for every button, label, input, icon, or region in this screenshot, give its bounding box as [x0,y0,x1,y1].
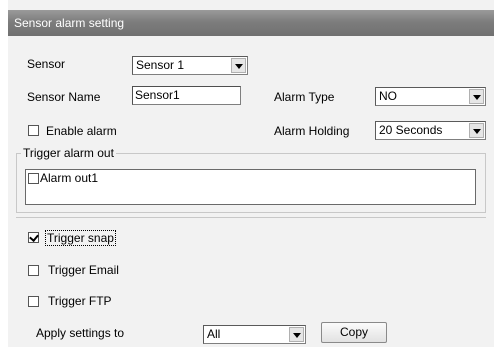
alarm-out1-label: Alarm out1 [40,171,99,185]
trigger-ftp-label: Trigger FTP [48,294,112,308]
trigger-alarm-out-label: Trigger alarm out [21,146,116,160]
enable-alarm-label: Enable alarm [46,124,117,138]
alarm-holding-select-value: 20 Seconds [379,123,443,137]
section-divider [16,217,486,218]
alarm-type-label: Alarm Type [274,90,335,104]
apply-settings-label: Apply settings to [36,326,125,340]
apply-settings-select[interactable]: All [203,325,306,344]
sensor-select[interactable]: Sensor 1 [132,56,248,75]
enable-alarm-checkbox[interactable] [28,125,39,136]
trigger-ftp-checkbox[interactable] [28,296,39,307]
chevron-down-icon[interactable] [469,89,484,104]
chevron-down-icon[interactable] [289,327,304,342]
chevron-down-icon[interactable] [231,58,246,73]
trigger-email-label: Trigger Email [48,263,119,277]
alarm-out-list[interactable]: Alarm out1 [25,169,476,205]
sensor-label: Sensor [27,57,66,71]
sensor-alarm-panel: Sensor alarm setting Sensor Sensor 1 Sen… [8,0,494,347]
trigger-alarm-out-group: Trigger alarm out Alarm out1 [16,146,486,213]
trigger-snap-label: Trigger snap [45,230,116,246]
alarm-holding-select[interactable]: 20 Seconds [375,121,486,140]
trigger-email-checkbox[interactable] [28,265,39,276]
alarm-type-select-value: NO [379,89,397,103]
copy-button[interactable]: Copy [321,322,387,343]
sensor-select-value: Sensor 1 [136,58,185,72]
sensor-name-label: Sensor Name [27,90,101,104]
chevron-down-icon[interactable] [469,123,484,138]
sensor-name-input[interactable]: Sensor1 [132,86,241,105]
trigger-snap-checkbox[interactable] [28,232,39,243]
alarm-out1-checkbox[interactable] [28,173,39,184]
alarm-type-select[interactable]: NO [375,87,486,106]
alarm-holding-label: Alarm Holding [274,124,350,138]
apply-settings-select-value: All [207,327,221,341]
panel-title: Sensor alarm setting [8,10,494,36]
